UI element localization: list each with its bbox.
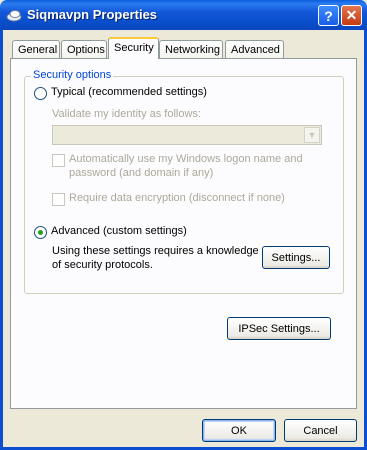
- tab-general[interactable]: General: [12, 40, 60, 58]
- auto-logon-label-line1[interactable]: Automatically use my Windows logon name …: [69, 153, 303, 165]
- close-button[interactable]: ✕: [341, 5, 362, 26]
- ok-button-label: OK: [231, 424, 247, 437]
- typical-label[interactable]: Typical (recommended settings): [51, 86, 207, 98]
- tab-networking[interactable]: Networking: [159, 40, 223, 58]
- ipsec-settings-button[interactable]: IPSec Settings...: [227, 317, 331, 340]
- title-bar[interactable]: Siqmavpn Properties ? ✕: [0, 0, 367, 30]
- advanced-description-line1: Using these settings requires a knowledg…: [52, 245, 259, 257]
- validate-label: Validate my identity as follows:: [52, 108, 201, 120]
- tab-label: Security: [114, 42, 154, 54]
- tab-options[interactable]: Options: [61, 40, 107, 58]
- settings-button-label: Settings...: [271, 251, 321, 264]
- require-encryption-label[interactable]: Require data encryption (disconnect if n…: [69, 192, 285, 204]
- cancel-button[interactable]: Cancel: [284, 419, 357, 442]
- advanced-radio[interactable]: [34, 226, 47, 239]
- help-icon: ?: [324, 7, 333, 24]
- ipsec-button-label: IPSec Settings...: [238, 322, 320, 335]
- tab-label: General: [18, 44, 58, 56]
- group-legend: Security options: [31, 69, 114, 81]
- tab-label: Networking: [165, 44, 221, 56]
- close-icon: ✕: [345, 7, 358, 23]
- window-frame-left: [0, 30, 3, 450]
- settings-button[interactable]: Settings...: [262, 246, 330, 269]
- tab-advanced[interactable]: Advanced: [225, 40, 284, 58]
- tab-security[interactable]: Security: [108, 37, 159, 59]
- chevron-down-icon[interactable]: ▼: [304, 127, 320, 143]
- help-button[interactable]: ?: [318, 5, 339, 26]
- network-connection-icon: [6, 10, 22, 22]
- advanced-description-line2: of security protocols.: [52, 259, 153, 271]
- ok-button[interactable]: OK: [202, 419, 276, 442]
- tab-label: Options: [67, 44, 105, 56]
- require-encryption-checkbox[interactable]: [52, 193, 65, 206]
- window-title: Siqmavpn Properties: [27, 7, 158, 22]
- cancel-button-label: Cancel: [303, 424, 338, 437]
- auto-logon-label-line2[interactable]: password (and domain if any): [69, 167, 213, 179]
- advanced-label[interactable]: Advanced (custom settings): [51, 225, 187, 237]
- typical-radio[interactable]: [34, 87, 47, 100]
- validate-identity-select[interactable]: ▼: [52, 125, 322, 145]
- tab-label: Advanced: [231, 44, 280, 56]
- auto-logon-checkbox[interactable]: [52, 154, 65, 167]
